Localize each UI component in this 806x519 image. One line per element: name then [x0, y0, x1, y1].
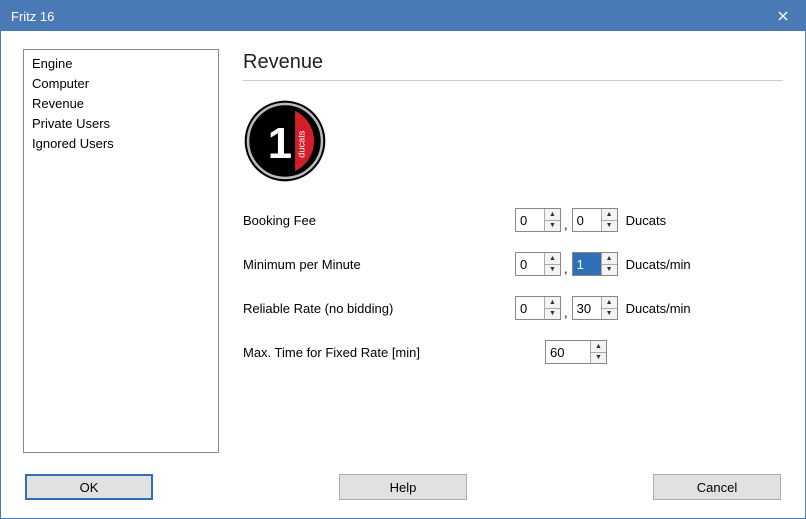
- sidebar-item-private-users[interactable]: Private Users: [30, 114, 212, 134]
- sidebar-item-label: Engine: [32, 56, 72, 71]
- unit-booking-fee: Ducats: [626, 213, 666, 228]
- min-per-minute-a-stepper[interactable]: ▲▼: [515, 252, 561, 276]
- label-booking-fee: Booking Fee: [243, 213, 515, 228]
- booking-fee-b-stepper[interactable]: ▲▼: [572, 208, 618, 232]
- spin-down-icon[interactable]: ▼: [602, 309, 617, 320]
- spin-up-icon[interactable]: ▲: [591, 341, 606, 353]
- booking-fee-a-input[interactable]: [516, 209, 544, 231]
- label-max-fixed-time: Max. Time for Fixed Rate [min]: [243, 345, 545, 360]
- cancel-button[interactable]: Cancel: [653, 474, 781, 500]
- dialog-window: Fritz 16 Engine Computer Revenue Private…: [0, 0, 806, 519]
- category-list[interactable]: Engine Computer Revenue Private Users Ig…: [23, 49, 219, 453]
- reliable-rate-b-stepper[interactable]: ▲▼: [572, 296, 618, 320]
- sidebar-item-computer[interactable]: Computer: [30, 74, 212, 94]
- spin-down-icon[interactable]: ▼: [545, 221, 560, 232]
- separator: ,: [561, 259, 572, 279]
- min-per-minute-a-input[interactable]: [516, 253, 544, 275]
- separator: ,: [561, 303, 572, 323]
- unit-min-per-minute: Ducats/min: [626, 257, 691, 272]
- button-bar: OK Help Cancel: [1, 474, 805, 518]
- booking-fee-a-stepper[interactable]: ▲▼: [515, 208, 561, 232]
- spin-down-icon[interactable]: ▼: [545, 265, 560, 276]
- row-max-fixed-time: Max. Time for Fixed Rate [min] ▲▼: [243, 337, 783, 367]
- reliable-rate-a-input[interactable]: [516, 297, 544, 319]
- sidebar-item-label: Ignored Users: [32, 136, 114, 151]
- spin-up-icon[interactable]: ▲: [602, 297, 617, 309]
- spin-down-icon[interactable]: ▼: [602, 221, 617, 232]
- spin-up-icon[interactable]: ▲: [545, 297, 560, 309]
- max-fixed-time-input[interactable]: [546, 341, 590, 363]
- help-button[interactable]: Help: [339, 474, 467, 500]
- sidebar-item-label: Private Users: [32, 116, 110, 131]
- row-reliable-rate: Reliable Rate (no bidding) ▲▼ , ▲▼ Ducat…: [243, 293, 783, 323]
- label-min-per-minute: Minimum per Minute: [243, 257, 515, 272]
- close-button[interactable]: [760, 1, 805, 31]
- spin-up-icon[interactable]: ▲: [602, 253, 617, 265]
- booking-fee-b-input[interactable]: [573, 209, 601, 231]
- sidebar-item-label: Computer: [32, 76, 89, 91]
- spin-down-icon[interactable]: ▼: [602, 265, 617, 276]
- separator: ,: [561, 215, 572, 235]
- sidebar-item-label: Revenue: [32, 96, 84, 111]
- sidebar-item-revenue[interactable]: Revenue: [30, 94, 212, 114]
- spin-down-icon[interactable]: ▼: [591, 353, 606, 364]
- close-icon: [778, 11, 788, 21]
- svg-text:1: 1: [268, 119, 292, 168]
- ducats-logo-icon: 1 ducats: [243, 99, 327, 183]
- titlebar: Fritz 16: [1, 1, 805, 31]
- max-fixed-time-stepper[interactable]: ▲▼: [545, 340, 607, 364]
- spin-down-icon[interactable]: ▼: [545, 309, 560, 320]
- reliable-rate-b-input[interactable]: [573, 297, 601, 319]
- spin-up-icon[interactable]: ▲: [545, 253, 560, 265]
- min-per-minute-b-stepper[interactable]: ▲▼: [572, 252, 618, 276]
- spin-up-icon[interactable]: ▲: [545, 209, 560, 221]
- row-min-per-minute: Minimum per Minute ▲▼ , ▲▼ Ducats/min: [243, 249, 783, 279]
- svg-text:ducats: ducats: [296, 130, 306, 158]
- main-panel: Revenue 1 ducats Booking Fee ▲▼ ,: [243, 49, 783, 462]
- window-title: Fritz 16: [11, 9, 760, 24]
- spin-up-icon[interactable]: ▲: [602, 209, 617, 221]
- unit-reliable-rate: Ducats/min: [626, 301, 691, 316]
- page-title: Revenue: [243, 51, 783, 81]
- label-reliable-rate: Reliable Rate (no bidding): [243, 301, 515, 316]
- reliable-rate-a-stepper[interactable]: ▲▼: [515, 296, 561, 320]
- sidebar-item-engine[interactable]: Engine: [30, 54, 212, 74]
- row-booking-fee: Booking Fee ▲▼ , ▲▼ Ducats: [243, 205, 783, 235]
- sidebar-item-ignored-users[interactable]: Ignored Users: [30, 134, 212, 154]
- content-area: Engine Computer Revenue Private Users Ig…: [1, 31, 805, 474]
- min-per-minute-b-input[interactable]: [573, 253, 601, 275]
- ok-button[interactable]: OK: [25, 474, 153, 500]
